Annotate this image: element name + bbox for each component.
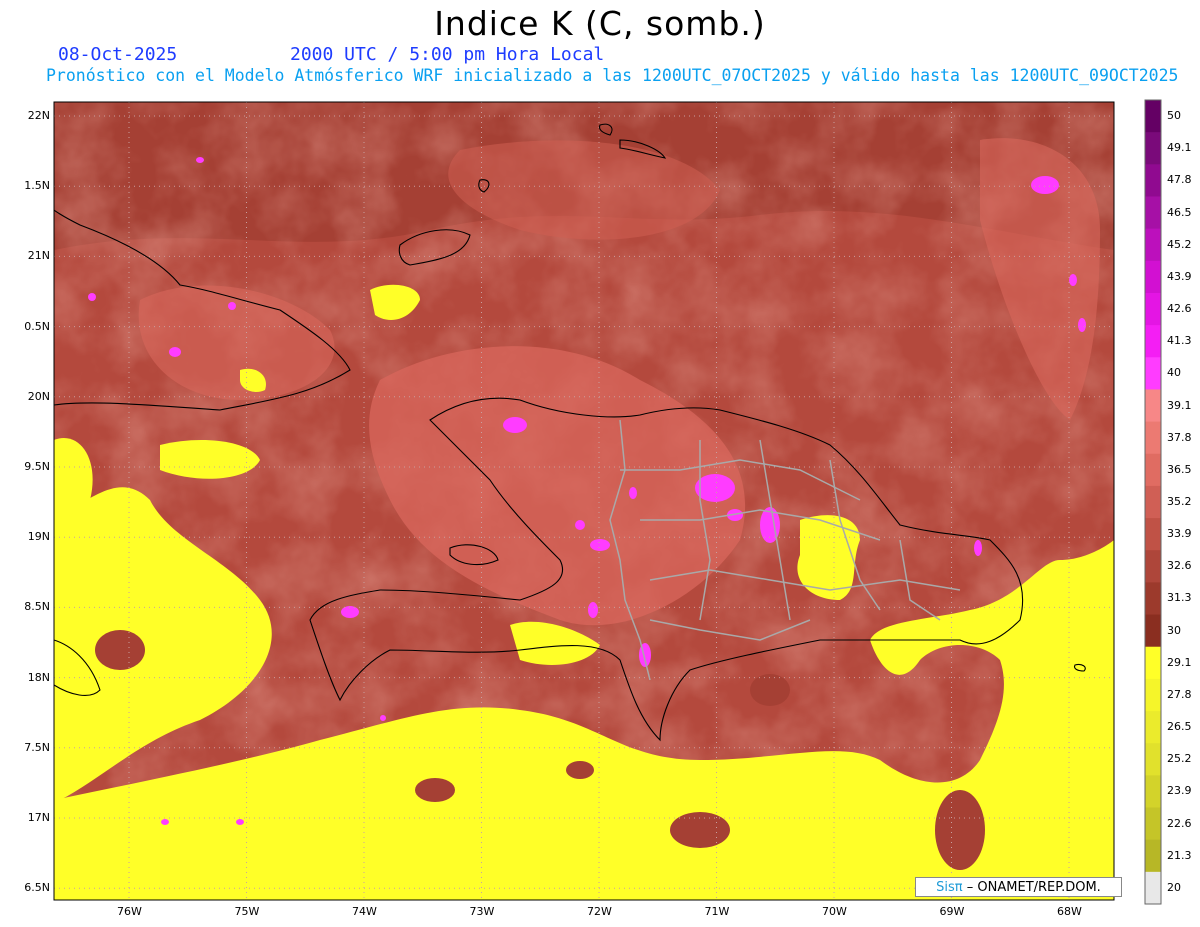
- colorbar-label: 20: [1167, 880, 1181, 894]
- colorbar-label: 35.2: [1167, 495, 1192, 508]
- colorbar-label: 36.5: [1167, 462, 1192, 476]
- colorbar-swatch: [1145, 164, 1161, 197]
- colorbar-label: 43.9: [1167, 269, 1192, 283]
- colorbar-label: 39.1: [1167, 398, 1192, 412]
- lat-tick-label: 9.5N: [24, 460, 50, 473]
- lat-tick-label: 8.5N: [24, 600, 50, 614]
- lon-tick-label: 72W: [587, 905, 612, 918]
- colorbar-swatch: [1145, 196, 1161, 230]
- colorbar-label: 45.2: [1167, 237, 1192, 251]
- colorbar-label: 40: [1167, 366, 1181, 380]
- colorbar-swatch: [1145, 775, 1161, 809]
- lon-tick-label: 73W: [469, 905, 495, 918]
- colorbar-swatch: [1145, 421, 1161, 455]
- lat-tick-label: 0.5N: [24, 319, 50, 333]
- colorbar-label: 22.6: [1167, 816, 1192, 830]
- colorbar-swatch: [1145, 711, 1161, 744]
- colorbar-swatch: [1145, 228, 1161, 262]
- colorbar: [1144, 99, 1162, 905]
- colorbar-label: 42.6: [1167, 302, 1192, 316]
- colorbar-swatch: [1145, 485, 1161, 519]
- lon-tick-label: 69W: [939, 905, 965, 918]
- colorbar-swatch: [1145, 646, 1161, 680]
- lat-tick-label: 20N: [27, 389, 50, 403]
- colorbar-swatch: [1145, 325, 1161, 358]
- colorbar-label: 31.3: [1167, 591, 1192, 605]
- colorbar-swatch: [1145, 807, 1161, 841]
- colorbar-swatch: [1145, 389, 1161, 423]
- colorbar-label: 33.9: [1167, 527, 1192, 541]
- colorbar-label: 46.5: [1167, 205, 1192, 219]
- colorbar-swatch: [1145, 292, 1161, 326]
- colorbar-label: 41.3: [1167, 334, 1192, 348]
- lon-tick-label: 75W: [234, 905, 260, 918]
- lat-tick-label: 21N: [27, 249, 50, 263]
- lat-tick-label: 22N: [27, 109, 50, 122]
- colorbar-swatch: [1145, 357, 1161, 390]
- colorbar-label: 25.2: [1167, 752, 1192, 766]
- colorbar-label: 21.3: [1167, 848, 1192, 862]
- colorbar-swatch: [1145, 678, 1161, 712]
- colorbar-label: 26.5: [1167, 720, 1192, 734]
- colorbar-label: 47.8: [1167, 173, 1192, 187]
- colorbar-label: 23.9: [1167, 784, 1192, 798]
- colorbar-swatch: [1145, 132, 1161, 165]
- lat-tick-label: 6.5N: [24, 881, 50, 895]
- credit-box: Sisπ – ONAMET/REP.DOM.: [915, 877, 1122, 897]
- lon-tick-label: 76W: [117, 905, 142, 918]
- colorbar-label: 30: [1167, 623, 1181, 637]
- colorbar-swatch: [1145, 100, 1161, 133]
- sispi-logo: Sisπ: [936, 880, 963, 895]
- colorbar-swatch: [1145, 582, 1161, 616]
- lon-tick-label: 68W: [1057, 905, 1082, 918]
- colorbar-label: 49.1: [1167, 141, 1192, 155]
- colorbar-swatch: [1145, 453, 1161, 487]
- colorbar-label: 27.8: [1167, 687, 1192, 701]
- colorbar-swatch: [1145, 839, 1161, 873]
- lon-tick-label: 71W: [704, 905, 730, 918]
- colorbar-swatch: [1145, 518, 1161, 551]
- lat-tick-label: 19N: [27, 530, 50, 544]
- lat-tick-label: 1.5N: [24, 179, 50, 193]
- colorbar-swatch: [1145, 550, 1161, 583]
- credit-text: – ONAMET/REP.DOM.: [966, 880, 1101, 895]
- colorbar-label: 50: [1167, 109, 1181, 123]
- shaded-field: [54, 102, 1114, 900]
- map-canvas: [53, 99, 1162, 905]
- lon-tick-label: 74W: [352, 905, 377, 918]
- lat-tick-label: 18N: [27, 670, 50, 684]
- lon-tick-label: 70W: [822, 905, 847, 918]
- colorbar-swatch: [1145, 743, 1161, 776]
- colorbar-label: 37.8: [1167, 430, 1192, 444]
- colorbar-swatch: [1145, 871, 1161, 905]
- lat-tick-label: 17N: [27, 811, 50, 824]
- lat-tick-label: 7.5N: [24, 740, 50, 754]
- colorbar-swatch: [1145, 614, 1161, 648]
- colorbar-swatch: [1145, 260, 1161, 294]
- colorbar-label: 32.6: [1167, 559, 1192, 573]
- colorbar-label: 29.1: [1167, 655, 1192, 669]
